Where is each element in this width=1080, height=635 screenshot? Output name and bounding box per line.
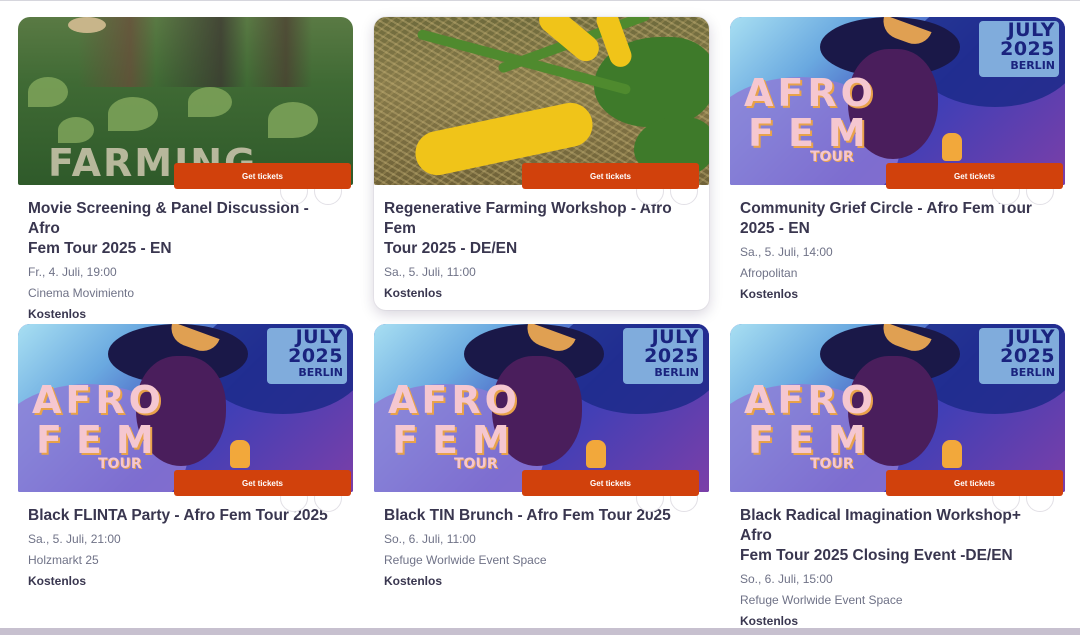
top-divider [0,0,1080,1]
event-venue: Afropolitan [740,266,798,280]
event-image[interactable]: JULY 2025 BERLIN AFRO FEM TOUR [18,324,353,492]
event-venue: Refuge Worlwide Event Space [740,593,903,607]
event-price: Kostenlos [740,614,799,628]
event-image-wrapper[interactable]: JULY 2025 BERLIN AFRO FEM TOUR Get ticket… [374,324,709,512]
event-card[interactable]: JULY 2025 BERLIN AFRO FEM TOUR Get ticket… [374,324,709,589]
event-card[interactable]: JULY 2025 BERLIN AFRO FEM TOUR Get ticket… [18,324,353,589]
event-price: Kostenlos [384,574,443,588]
get-tickets-button[interactable]: Get tickets [522,470,699,496]
event-image[interactable]: JULY 2025 BERLIN AFRO FEM TOUR [730,324,1065,492]
event-venue: Cinema Movimiento [28,286,135,300]
poster-date: JULY 2025 [288,326,343,367]
event-image-wrapper[interactable]: FARMING THE BLACK Get tickets [18,17,353,205]
bottom-divider [0,628,1080,635]
event-image[interactable]: FARMING THE BLACK [18,17,353,185]
event-date: Sa., 5. Juli, 11:00 [384,265,476,279]
event-card[interactable]: Get tickets Regenerative Farming Worksho… [374,17,709,310]
event-price: Kostenlos [28,574,87,588]
get-tickets-button[interactable]: Get tickets [174,470,351,496]
poster-date: JULY 2025 [1000,326,1055,367]
event-price: Kostenlos [384,286,443,300]
event-date: Sa., 5. Juli, 21:00 [28,532,121,546]
poster-date: JULY 2025 [644,326,699,367]
event-date: Fr., 4. Juli, 19:00 [28,265,117,279]
get-tickets-button[interactable]: Get tickets [522,163,699,189]
event-date: So., 6. Juli, 15:00 [740,572,833,586]
event-title[interactable]: Movie Screening & Panel Discussion - Afr… [28,199,343,259]
event-card[interactable]: JULY 2025 BERLIN AFRO FEM TOUR Get ticket… [730,324,1065,629]
event-price: Kostenlos [28,307,87,321]
event-venue: Refuge Worlwide Event Space [384,553,547,567]
poster-date: JULY 2025 [1000,19,1055,60]
get-tickets-button[interactable]: Get tickets [886,163,1063,189]
event-image[interactable] [374,17,709,185]
get-tickets-button[interactable]: Get tickets [174,163,351,189]
event-date: Sa., 5. Juli, 14:00 [740,245,833,259]
event-image-wrapper[interactable]: JULY 2025 BERLIN AFRO FEM TOUR Get ticket… [730,324,1065,512]
event-image[interactable]: JULY 2025 BERLIN AFRO FEM TOUR [730,17,1065,185]
event-price: Kostenlos [740,287,799,301]
event-title[interactable]: Community Grief Circle - Afro Fem Tour 2… [740,199,1055,239]
event-image-wrapper[interactable]: JULY 2025 BERLIN AFRO FEM TOUR Get ticket… [730,17,1065,205]
event-image-wrapper[interactable]: JULY 2025 BERLIN AFRO FEM TOUR Get ticket… [18,324,353,512]
event-image[interactable]: JULY 2025 BERLIN AFRO FEM TOUR [374,324,709,492]
event-card[interactable]: JULY 2025 BERLIN AFRO FEM TOUR Get ticket… [730,17,1065,302]
get-tickets-button[interactable]: Get tickets [886,470,1063,496]
event-title[interactable]: Regenerative Farming Workshop - Afro Fem… [384,199,699,259]
event-date: So., 6. Juli, 11:00 [384,532,476,546]
event-title[interactable]: Black Radical Imagination Workshop+ Afro… [740,506,1055,566]
event-image-wrapper[interactable]: Get tickets [374,17,709,205]
event-card[interactable]: FARMING THE BLACK Get tickets Movie Scre… [18,17,353,322]
event-venue: Holzmarkt 25 [28,553,99,567]
